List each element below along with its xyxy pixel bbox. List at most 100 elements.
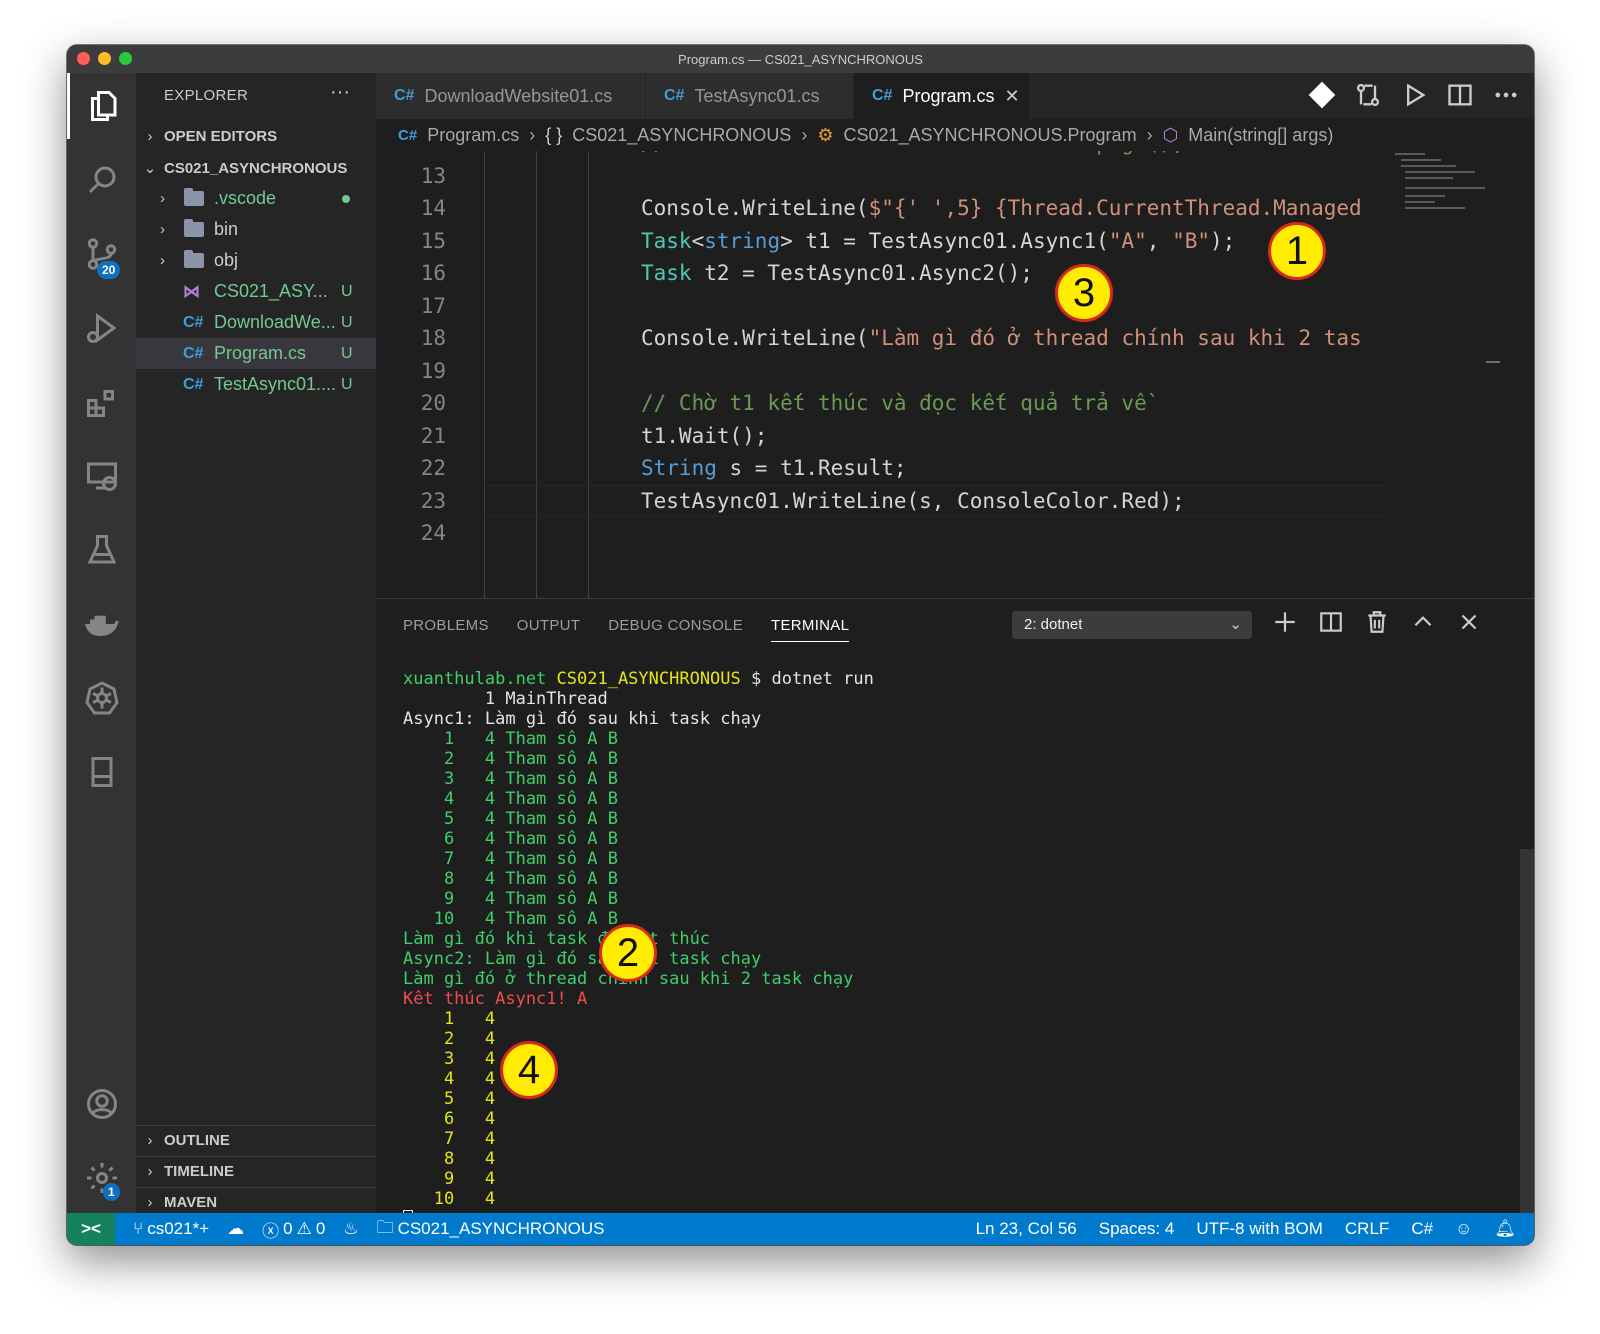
code-line[interactable]: 21 t1.Wait(); bbox=[376, 420, 1386, 452]
folder-icon bbox=[184, 219, 204, 237]
breadcrumb-method[interactable]: Main(string[] args) bbox=[1188, 125, 1333, 146]
testing-icon[interactable] bbox=[67, 517, 136, 583]
code-line[interactable]: 17 bbox=[376, 290, 1386, 322]
terminal-line: 5 4 Tham sô A B bbox=[403, 809, 1503, 829]
tree-item-testasync[interactable]: C# TestAsync01.... U bbox=[136, 369, 376, 400]
terminal-output[interactable]: xuanthulab.net CS021_ASYNCHRONOUS $ dotn… bbox=[403, 669, 1503, 1229]
code-line[interactable]: 18 Console.WriteLine("Làm gì đó ở thread … bbox=[376, 322, 1386, 354]
code-line[interactable]: 20 // Chờ t1 kết thúc và đọc kết quả trả … bbox=[376, 387, 1386, 419]
terminal-select[interactable]: 2: dotnet ⌄ bbox=[1012, 611, 1252, 639]
code-line[interactable]: 23 TestAsync01.WriteLine(s, ConsoleColor.… bbox=[376, 485, 1386, 517]
chevron-right-icon: › bbox=[160, 252, 165, 269]
docker-icon[interactable] bbox=[67, 591, 136, 657]
feedback-icon[interactable]: ☺ bbox=[1455, 1219, 1472, 1239]
terminal-text: 4 4 Tham sô A B bbox=[403, 789, 618, 809]
project-section[interactable]: ⌄ CS021_ASYNCHRONOUS bbox=[136, 153, 376, 183]
tree-item-program[interactable]: C# Program.cs U bbox=[136, 338, 376, 369]
line-ending[interactable]: CRLF bbox=[1345, 1219, 1389, 1239]
timeline-section[interactable]: › TIMELINE bbox=[136, 1156, 376, 1186]
tree-item-vscode[interactable]: › .vscode bbox=[136, 183, 376, 214]
split-editor-icon[interactable] bbox=[1446, 81, 1474, 114]
tree-item-csproj[interactable]: ⋈ CS021_ASY... U bbox=[136, 276, 376, 307]
status-bar-right: Ln 23, Col 56 Spaces: 4 UTF-8 with BOM C… bbox=[976, 1213, 1516, 1245]
tree-item-bin[interactable]: › bin bbox=[136, 214, 376, 245]
indentation[interactable]: Spaces: 4 bbox=[1099, 1219, 1175, 1239]
code-line[interactable]: 15 Task<string> t1 = TestAsync01.Async1("… bbox=[376, 225, 1386, 257]
breadcrumb-namespace[interactable]: CS021_ASYNCHRONOUS bbox=[572, 125, 791, 146]
open-editors-section[interactable]: › OPEN EDITORS bbox=[136, 121, 376, 151]
extensions-icon[interactable] bbox=[67, 369, 136, 435]
chevron-right-icon: › bbox=[1146, 124, 1153, 145]
tab-debug-console[interactable]: DEBUG CONSOLE bbox=[608, 617, 743, 634]
more-actions-icon[interactable] bbox=[1492, 81, 1520, 114]
language-mode[interactable]: C# bbox=[1411, 1219, 1433, 1239]
vscode-window: Program.cs — CS021_ASYNCHRONOUS 20 1 EXP… bbox=[67, 45, 1534, 1245]
bell-icon[interactable]: 🔔︎ bbox=[1494, 1219, 1516, 1239]
settings-gear-icon[interactable]: 1 bbox=[67, 1145, 136, 1211]
run-debug-icon[interactable] bbox=[67, 295, 136, 361]
maximize-panel-icon[interactable] bbox=[1410, 609, 1436, 640]
close-panel-icon[interactable] bbox=[1456, 609, 1482, 640]
git-icon[interactable] bbox=[1308, 81, 1336, 114]
accounts-icon[interactable] bbox=[67, 1071, 136, 1137]
tab-problems[interactable]: PROBLEMS bbox=[403, 617, 489, 634]
code-editor[interactable]: 12 // DownloadWebsite01.TestDownloadWebpa… bbox=[376, 151, 1386, 598]
breadcrumb-file[interactable]: Program.cs bbox=[427, 125, 519, 146]
code-line[interactable]: 24 bbox=[376, 517, 1386, 549]
editor-scrollbar[interactable] bbox=[1486, 151, 1500, 598]
terminal-text: 4 4 bbox=[403, 1069, 496, 1089]
split-terminal-icon[interactable] bbox=[1318, 609, 1344, 640]
compare-changes-icon[interactable] bbox=[1354, 81, 1382, 114]
trash-icon[interactable] bbox=[1364, 609, 1390, 640]
tree-item-downloadwebsite[interactable]: C# DownloadWe... U bbox=[136, 307, 376, 338]
terminal-text: 9 4 bbox=[403, 1169, 496, 1189]
chevron-right-icon: › bbox=[529, 124, 536, 145]
terminal-text: 1 4 Tham sô A B bbox=[403, 729, 618, 749]
flame-button[interactable]: ♨ bbox=[343, 1219, 358, 1239]
code-line[interactable]: 19 bbox=[376, 355, 1386, 387]
outline-section[interactable]: › OUTLINE bbox=[136, 1125, 376, 1155]
sync-button[interactable]: ☁ bbox=[227, 1219, 244, 1239]
more-actions-icon[interactable]: ··· bbox=[330, 81, 350, 104]
run-icon[interactable] bbox=[1400, 81, 1428, 114]
workspace-folder[interactable]: 🗀 CS021_ASYNCHRONOUS bbox=[377, 1215, 605, 1244]
terminal-text: 5 4 bbox=[403, 1089, 496, 1109]
remote-indicator[interactable]: >< bbox=[67, 1213, 115, 1245]
kubernetes-icon[interactable] bbox=[67, 665, 136, 731]
minimize-window-button[interactable] bbox=[98, 52, 111, 65]
problems-indicator[interactable]: ⓧ 0 ⚠ 0 bbox=[262, 1217, 325, 1242]
source-control-icon[interactable]: 20 bbox=[67, 221, 136, 287]
tab-label: Program.cs bbox=[902, 85, 995, 106]
branch-indicator[interactable]: ⑂ cs021*+ bbox=[133, 1219, 209, 1239]
add-terminal-icon[interactable] bbox=[1272, 609, 1298, 640]
breadcrumb-class[interactable]: CS021_ASYNCHRONOUS.Program bbox=[843, 125, 1136, 146]
tab-downloadwebsite[interactable]: C# DownloadWebsite01.cs bbox=[376, 73, 646, 119]
close-window-button[interactable] bbox=[77, 52, 90, 65]
tab-terminal[interactable]: TERMINAL bbox=[771, 617, 850, 642]
tree-item-obj[interactable]: › obj bbox=[136, 245, 376, 276]
tab-program[interactable]: C# Program.cs ✕ bbox=[854, 73, 1030, 119]
minimap[interactable] bbox=[1391, 151, 1486, 598]
book-icon[interactable] bbox=[67, 739, 136, 805]
search-icon[interactable] bbox=[67, 147, 136, 213]
code-line[interactable]: 22 String s = t1.Result; bbox=[376, 452, 1386, 484]
line-number: 19 bbox=[420, 358, 446, 383]
code-line[interactable]: 13 bbox=[376, 160, 1386, 192]
code-token: "B" bbox=[1172, 228, 1210, 253]
code-line[interactable]: 12 // DownloadWebsite01.TestDownloadWebpa… bbox=[376, 151, 1386, 159]
tab-testasync[interactable]: C# TestAsync01.cs bbox=[646, 73, 854, 119]
remote-explorer-icon[interactable] bbox=[67, 443, 136, 509]
code-line[interactable]: 14 Console.WriteLine($"{' ',5} {Thread.Cu… bbox=[376, 192, 1386, 224]
zoom-window-button[interactable] bbox=[119, 52, 132, 65]
code-text: // DownloadWebsite01.TestDownloadWebpage… bbox=[641, 151, 1185, 159]
section-label: OUTLINE bbox=[164, 1132, 230, 1149]
cursor-position[interactable]: Ln 23, Col 56 bbox=[976, 1219, 1077, 1239]
terminal-scrollbar[interactable] bbox=[1520, 849, 1534, 1214]
code-line[interactable]: 16 Task t2 = TestAsync01.Async2(); bbox=[376, 257, 1386, 289]
code-token: $"{' ',5} {Thread.CurrentThread.Managed bbox=[868, 196, 1362, 220]
tab-output[interactable]: OUTPUT bbox=[517, 617, 580, 634]
close-tab-icon[interactable]: ✕ bbox=[1004, 86, 1019, 107]
explorer-icon[interactable] bbox=[67, 73, 136, 139]
encoding[interactable]: UTF-8 with BOM bbox=[1196, 1219, 1323, 1239]
method-icon: ⬡ bbox=[1162, 124, 1179, 145]
